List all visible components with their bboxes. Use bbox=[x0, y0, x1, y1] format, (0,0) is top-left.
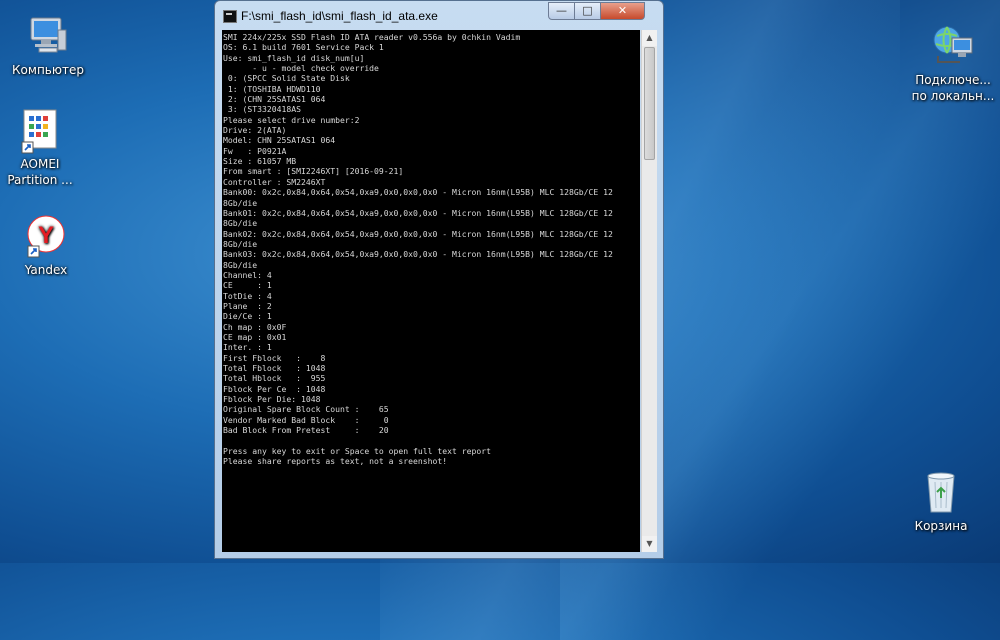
console-line: 8Gb/die bbox=[223, 259, 258, 270]
console-line: CE : 1 bbox=[223, 280, 272, 291]
console-line: Controller : SM2246XT bbox=[223, 176, 326, 187]
scrollbar-thumb[interactable] bbox=[644, 47, 655, 160]
console-line: First Fblock : 8 bbox=[223, 352, 326, 363]
console-line: Ch map : 0x0F bbox=[223, 321, 287, 332]
console-line: Fw : P0921A bbox=[223, 145, 287, 156]
console-line: 0: (SPCC Solid State Disk bbox=[223, 73, 350, 84]
desktop-icon-label: Корзина bbox=[914, 519, 968, 533]
console-line: From smart : [SMI2246XT] [2016-09-21] bbox=[223, 166, 404, 177]
console-line: 1: (TOSHIBA HDWD110 bbox=[223, 83, 321, 94]
console-line: OS: 6.1 build 7601 Service Pack 1 bbox=[223, 42, 384, 53]
computer-icon bbox=[25, 12, 71, 58]
desktop-icon-computer[interactable]: Компьютер bbox=[2, 12, 94, 78]
console-line: Use: smi_flash_id disk_num[u] bbox=[223, 52, 365, 63]
desktop-icon-label: Yandex bbox=[24, 263, 68, 277]
console-line: 8Gb/die bbox=[223, 218, 258, 229]
console-line: Press any key to exit or Space to open f… bbox=[223, 445, 492, 456]
window-titlebar[interactable]: F:\smi_flash_id\smi_flash_id_ata.exe — □… bbox=[215, 1, 663, 29]
console-line: Total Fblock : 1048 bbox=[223, 363, 326, 373]
console-line: Die/Ce : 1 bbox=[223, 311, 272, 322]
console-line: Bad Block From Pretest : 20 bbox=[223, 425, 389, 436]
scroll-up-arrow-icon[interactable]: ▲ bbox=[642, 30, 657, 46]
console-line: Bank01: 0x2c,0x84,0x64,0x54,0xa9,0x0,0x0… bbox=[223, 207, 613, 218]
console-line: CE map : 0x01 bbox=[223, 331, 287, 342]
console-line: Model: CHN 25SATAS1 064 bbox=[223, 135, 336, 146]
network-connection-icon bbox=[930, 22, 976, 68]
desktop-icon-label: AOMEI Partition ... bbox=[7, 157, 73, 187]
console-app-icon bbox=[223, 10, 237, 23]
minimize-button[interactable]: — bbox=[548, 2, 575, 20]
console-line: Fblock Per Die: 1048 bbox=[223, 394, 321, 405]
console-line: Bank02: 0x2c,0x84,0x64,0x54,0xa9,0x0,0x0… bbox=[223, 228, 613, 239]
console-line: Please share reports as text, not a sree… bbox=[223, 456, 448, 467]
console-line: Size : 61057 MB bbox=[223, 156, 297, 167]
close-button[interactable]: ✕ bbox=[600, 2, 645, 20]
console-line: Fblock Per Ce : 1048 bbox=[223, 383, 326, 394]
desktop-icon-label: Подключе... по локальн... bbox=[911, 73, 995, 103]
console-window[interactable]: F:\smi_flash_id\smi_flash_id_ata.exe — □… bbox=[214, 0, 664, 559]
desktop-icon-recycle-bin[interactable]: Корзина bbox=[895, 468, 987, 534]
vertical-scrollbar[interactable]: ▲ ▼ bbox=[641, 30, 657, 552]
console-line: Bank03: 0x2c,0x84,0x64,0x54,0xa9,0x0,0x0… bbox=[223, 249, 613, 260]
yandex-icon: Y bbox=[23, 212, 69, 258]
desktop-icon-label: Компьютер bbox=[12, 63, 84, 77]
console-line: Total Hblock : 955 bbox=[223, 373, 326, 384]
console-text: SMI 224x/225x SSD Flash ID ATA reader v0… bbox=[222, 30, 640, 466]
console-line: SMI 224x/225x SSD Flash ID ATA reader v0… bbox=[223, 32, 521, 42]
svg-text:Y: Y bbox=[38, 222, 54, 249]
desktop-icon-network[interactable]: Подключе... по локальн... bbox=[906, 22, 1000, 104]
recycle-bin-icon bbox=[918, 468, 964, 514]
console-line: TotDie : 4 bbox=[223, 290, 272, 301]
aomei-partition-icon bbox=[17, 106, 63, 154]
console-output[interactable]: SMI 224x/225x SSD Flash ID ATA reader v0… bbox=[222, 30, 640, 552]
console-line: Inter. : 1 bbox=[223, 342, 272, 353]
console-line: Plane : 2 bbox=[223, 300, 272, 311]
console-line: Vendor Marked Bad Block : 0 bbox=[223, 414, 389, 425]
console-line: Drive: 2(ATA) bbox=[223, 125, 287, 136]
desktop-icon-yandex[interactable]: Y Yandex bbox=[0, 212, 92, 278]
console-line: 8Gb/die bbox=[223, 197, 258, 208]
console-line: 3: (ST3320418AS bbox=[223, 104, 301, 115]
console-line: Bank00: 0x2c,0x84,0x64,0x54,0xa9,0x0,0x0… bbox=[223, 187, 613, 198]
console-line: Original Spare Block Count : 65 bbox=[223, 404, 389, 415]
console-line: - u - model check override bbox=[223, 63, 379, 74]
console-line: 8Gb/die bbox=[223, 238, 258, 249]
desktop-icon-aomei[interactable]: AOMEI Partition ... bbox=[0, 106, 86, 188]
scroll-down-arrow-icon[interactable]: ▼ bbox=[642, 536, 657, 552]
console-line: Channel: 4 bbox=[223, 269, 272, 280]
maximize-button[interactable]: □ bbox=[574, 2, 601, 20]
console-line: Please select drive number:2 bbox=[223, 114, 360, 125]
window-title: F:\smi_flash_id\smi_flash_id_ata.exe bbox=[241, 9, 438, 23]
console-line: 2: (CHN 25SATAS1 064 bbox=[223, 94, 326, 105]
